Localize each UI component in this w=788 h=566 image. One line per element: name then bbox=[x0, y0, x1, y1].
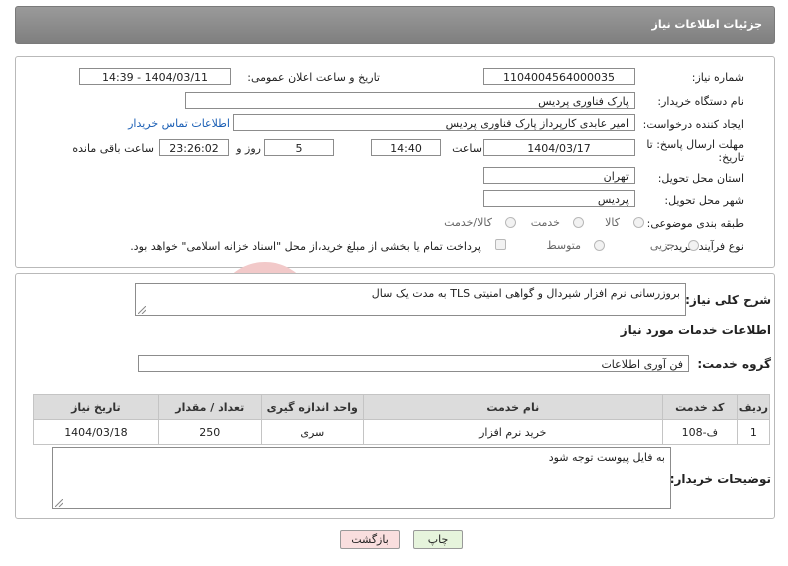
resize-handle-icon[interactable] bbox=[138, 306, 146, 314]
buyer-notes-text: به فایل پیوست توجه شود bbox=[548, 451, 665, 464]
process-option-medium: متوسط bbox=[546, 239, 581, 252]
province-label: استان محل تحویل: bbox=[657, 172, 744, 185]
print-button[interactable]: چاپ bbox=[413, 530, 463, 549]
announce-label: تاریخ و ساعت اعلان عمومی: bbox=[247, 71, 380, 84]
services-table-header: ردیف کد خدمت نام خدمت واحد اندازه گیری ت… bbox=[33, 394, 771, 420]
table-row[interactable]: 1 ف-108 خرید نرم افزار سری 250 1404/03/1… bbox=[33, 419, 771, 445]
cell-date: 1404/03/18 bbox=[33, 419, 159, 445]
days-label: روز و bbox=[236, 142, 261, 155]
deadline-label-2: تاریخ: bbox=[718, 151, 744, 164]
remaining-time-field[interactable]: 23:26:02 bbox=[159, 139, 229, 156]
category-label: طبقه بندی موضوعی: bbox=[646, 217, 744, 230]
page-title: جزئیات اطلاعات نیاز bbox=[651, 18, 763, 31]
contact-info-link[interactable]: اطلاعات تماس خریدار bbox=[128, 117, 230, 130]
days-field[interactable]: 5 bbox=[264, 139, 334, 156]
buyer-org-label: نام دستگاه خریدار: bbox=[657, 95, 744, 108]
payment-note: پرداخت تمام یا بخشی از مبلغ خرید،از محل … bbox=[130, 240, 481, 253]
process-label: نوع فرآیند خرید : bbox=[666, 240, 744, 253]
need-number-field[interactable]: 1104004564000035 bbox=[483, 68, 635, 85]
col-row: ردیف bbox=[736, 394, 771, 420]
payment-checkbox[interactable] bbox=[495, 239, 506, 250]
summary-label: شرح کلی نیاز: bbox=[685, 293, 771, 307]
need-number-label: شماره نیاز: bbox=[691, 71, 744, 84]
remaining-label: ساعت باقی مانده bbox=[72, 142, 154, 155]
deadline-date-field[interactable]: 1404/03/17 bbox=[483, 139, 635, 156]
buyer-notes-textarea[interactable]: به فایل پیوست توجه شود bbox=[52, 447, 671, 509]
col-name: نام خدمت bbox=[362, 394, 663, 420]
category-radio-both[interactable] bbox=[505, 217, 516, 228]
category-option-service: خدمت bbox=[530, 216, 560, 229]
time-label: ساعت bbox=[452, 142, 482, 155]
col-date: تاریخ نیاز bbox=[33, 394, 159, 420]
creator-label: ایجاد کننده درخواست: bbox=[642, 118, 744, 131]
category-option-goods: کالا bbox=[605, 216, 620, 229]
city-field[interactable]: پردیس bbox=[483, 190, 635, 207]
cell-qty: 250 bbox=[157, 419, 262, 445]
summary-text: بروزرسانی نرم افزار شیردال و گواهی امنیت… bbox=[371, 287, 680, 300]
services-table: ردیف کد خدمت نام خدمت واحد اندازه گیری ت… bbox=[33, 394, 771, 445]
process-option-minor: جزیی bbox=[649, 239, 675, 252]
deadline-label-1: مهلت ارسال پاسخ: تا bbox=[646, 138, 744, 151]
process-radio-minor[interactable] bbox=[688, 240, 699, 251]
col-unit: واحد اندازه گیری bbox=[260, 394, 364, 420]
cell-name: خرید نرم افزار bbox=[362, 419, 663, 445]
services-section-title: اطلاعات خدمات مورد نیاز bbox=[620, 323, 771, 337]
cell-unit: سری bbox=[260, 419, 364, 445]
col-qty: تعداد / مقدار bbox=[157, 394, 262, 420]
buyer-notes-label: توضیحات خریدار: bbox=[669, 472, 771, 486]
buyer-org-field[interactable]: پارک فناوری پردیس bbox=[185, 92, 635, 109]
col-code: کد خدمت bbox=[661, 394, 738, 420]
service-group-field[interactable]: فن آوری اطلاعات bbox=[138, 355, 689, 372]
cell-code: ف-108 bbox=[661, 419, 738, 445]
process-radio-medium[interactable] bbox=[594, 240, 605, 251]
page-title-bar: جزئیات اطلاعات نیاز bbox=[15, 6, 775, 44]
deadline-time-field[interactable]: 14:40 bbox=[371, 139, 441, 156]
category-radio-goods[interactable] bbox=[633, 217, 644, 228]
resize-handle-icon[interactable] bbox=[55, 499, 63, 507]
city-label: شهر محل تحویل: bbox=[664, 194, 744, 207]
announce-field[interactable]: 1404/03/11 - 14:39 bbox=[79, 68, 231, 85]
need-info-panel bbox=[15, 56, 775, 268]
service-group-label: گروه خدمت: bbox=[697, 357, 771, 371]
back-button[interactable]: بازگشت bbox=[340, 530, 400, 549]
creator-field[interactable]: امیر عابدی کارپرداز پارک فناوری پردیس bbox=[233, 114, 635, 131]
cell-row: 1 bbox=[736, 419, 771, 445]
province-field[interactable]: تهران bbox=[483, 167, 635, 184]
category-radio-service[interactable] bbox=[573, 217, 584, 228]
summary-textarea[interactable]: بروزرسانی نرم افزار شیردال و گواهی امنیت… bbox=[135, 283, 686, 316]
category-option-both: کالا/خدمت bbox=[444, 216, 492, 229]
